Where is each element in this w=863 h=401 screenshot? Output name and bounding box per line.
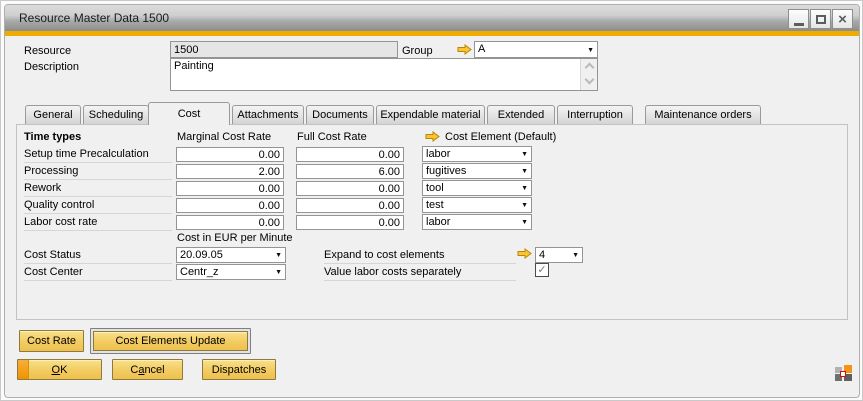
maximize-icon — [816, 15, 826, 24]
expand-to-cost-elements-dropdown[interactable]: 4 ▼ — [535, 247, 583, 263]
marginal-cost-input[interactable] — [176, 147, 284, 162]
full-cost-input[interactable] — [296, 215, 404, 230]
scroll-down-icon[interactable] — [585, 75, 595, 85]
full-cost-input[interactable] — [296, 147, 404, 162]
row-label: Quality control — [24, 197, 172, 214]
cost-element-dropdown[interactable]: test ▼ — [422, 197, 532, 213]
description-field: Painting — [170, 58, 598, 91]
dropdown-arrow-icon: ▼ — [521, 202, 528, 209]
cost-center-dropdown[interactable]: Centr_z ▼ — [176, 264, 286, 280]
marginal-cost-input[interactable] — [176, 164, 284, 179]
description-input[interactable]: Painting — [171, 59, 581, 90]
dropdown-arrow-icon: ▼ — [521, 151, 528, 158]
dropdown-arrow-icon: ▼ — [275, 269, 282, 276]
tab-attachments[interactable]: Attachments — [232, 105, 304, 124]
group-label: Group — [402, 45, 433, 57]
ok-button[interactable]: OK — [17, 359, 102, 380]
scroll-up-icon[interactable] — [585, 63, 595, 73]
tab-interruption[interactable]: Interruption — [557, 105, 633, 124]
cost-element-dropdown[interactable]: labor ▼ — [422, 214, 532, 230]
full-cost-input[interactable] — [296, 198, 404, 213]
tab-maintenance-orders[interactable]: Maintenance orders — [645, 105, 761, 124]
ok-default-strip — [18, 360, 29, 379]
ok-label: OK — [52, 364, 68, 376]
time-types-header: Time types — [24, 131, 81, 143]
dropdown-arrow-icon: ▼ — [521, 168, 528, 175]
dropdown-arrow-icon: ▼ — [275, 252, 282, 259]
cost-element-value: fugitives — [426, 165, 466, 177]
accent-bar — [5, 31, 859, 36]
group-dropdown[interactable]: A ▼ — [474, 41, 598, 58]
tab-documents[interactable]: Documents — [306, 105, 374, 124]
cancel-label: Cancel — [130, 364, 164, 376]
cost-element-value: tool — [426, 182, 444, 194]
cost-element-link-arrow-icon[interactable] — [425, 131, 440, 142]
tab-extended[interactable]: Extended — [487, 105, 555, 124]
dispatches-button[interactable]: Dispatches — [202, 359, 276, 380]
full-cost-input[interactable] — [296, 181, 404, 196]
full-cost-input[interactable] — [296, 164, 404, 179]
tab-general[interactable]: General — [25, 105, 81, 124]
expand-value: 4 — [539, 249, 545, 261]
marginal-cost-rate-header: Marginal Cost Rate — [177, 131, 271, 143]
marginal-cost-input[interactable] — [176, 215, 284, 230]
minimize-icon — [794, 23, 804, 26]
cost-element-dropdown[interactable]: tool ▼ — [422, 180, 532, 196]
minimize-button[interactable] — [788, 9, 809, 29]
tab-expendable-material[interactable]: Expendable material — [376, 105, 485, 124]
cancel-button[interactable]: Cancel — [112, 359, 183, 380]
check-icon: ✓ — [537, 264, 546, 276]
cost-elements-update-label: Cost Elements Update — [93, 331, 248, 351]
row-label: Rework — [24, 180, 172, 197]
close-button[interactable]: × — [832, 9, 853, 29]
close-icon: × — [838, 12, 847, 27]
cost-element-header: Cost Element (Default) — [445, 131, 556, 143]
marginal-cost-input[interactable] — [176, 198, 284, 213]
description-label: Description — [24, 61, 79, 73]
titlebar[interactable]: Resource Master Data 1500 × — [5, 5, 859, 31]
dropdown-arrow-icon: ▼ — [521, 185, 528, 192]
cost-element-value: labor — [426, 216, 450, 228]
tab-cost[interactable]: Cost — [148, 102, 230, 125]
expand-to-cost-elements-label: Expand to cost elements — [324, 247, 516, 264]
cost-element-dropdown[interactable]: fugitives ▼ — [422, 163, 532, 179]
group-link-arrow-icon[interactable] — [457, 44, 472, 55]
resource-input[interactable] — [170, 41, 398, 58]
form-settings-icon[interactable] — [835, 365, 852, 382]
cost-center-label: Cost Center — [24, 264, 172, 281]
tab-scheduling[interactable]: Scheduling — [83, 105, 149, 124]
resource-master-data-window: Resource Master Data 1500 × Resource Gro… — [4, 4, 860, 398]
dropdown-arrow-icon: ▼ — [521, 219, 528, 226]
value-labor-costs-checkbox[interactable]: ✓ — [535, 263, 549, 277]
dropdown-arrow-icon: ▼ — [587, 47, 594, 54]
group-value: A — [478, 43, 485, 55]
resource-label: Resource — [24, 45, 71, 57]
marginal-cost-input[interactable] — [176, 181, 284, 196]
row-label: Setup time Precalculation — [24, 146, 172, 163]
window-controls: × — [788, 9, 853, 29]
dropdown-arrow-icon: ▼ — [572, 252, 579, 259]
cost-element-value: labor — [426, 148, 450, 160]
maximize-button[interactable] — [810, 9, 831, 29]
value-labor-costs-label: Value labor costs separately — [324, 264, 516, 281]
unit-note: Cost in EUR per Minute — [177, 232, 293, 244]
cost-center-value: Centr_z — [180, 266, 219, 278]
cost-element-dropdown[interactable]: labor ▼ — [422, 146, 532, 162]
cost-element-value: test — [426, 199, 444, 211]
expand-link-arrow-icon[interactable] — [517, 248, 532, 259]
full-cost-rate-header: Full Cost Rate — [297, 131, 367, 143]
row-label: Processing — [24, 163, 172, 180]
cost-status-value: 20.09.05 — [180, 249, 223, 261]
cost-status-label: Cost Status — [24, 247, 172, 264]
cost-rate-button[interactable]: Cost Rate — [19, 330, 84, 352]
cost-status-dropdown[interactable]: 20.09.05 ▼ — [176, 247, 286, 263]
screenshot-root: Resource Master Data 1500 × Resource Gro… — [0, 0, 863, 401]
cost-elements-update-button[interactable]: Cost Elements Update — [90, 328, 251, 354]
row-label: Labor cost rate — [24, 214, 172, 231]
description-scrollbar[interactable] — [580, 59, 597, 90]
window-title: Resource Master Data 1500 — [19, 11, 169, 25]
